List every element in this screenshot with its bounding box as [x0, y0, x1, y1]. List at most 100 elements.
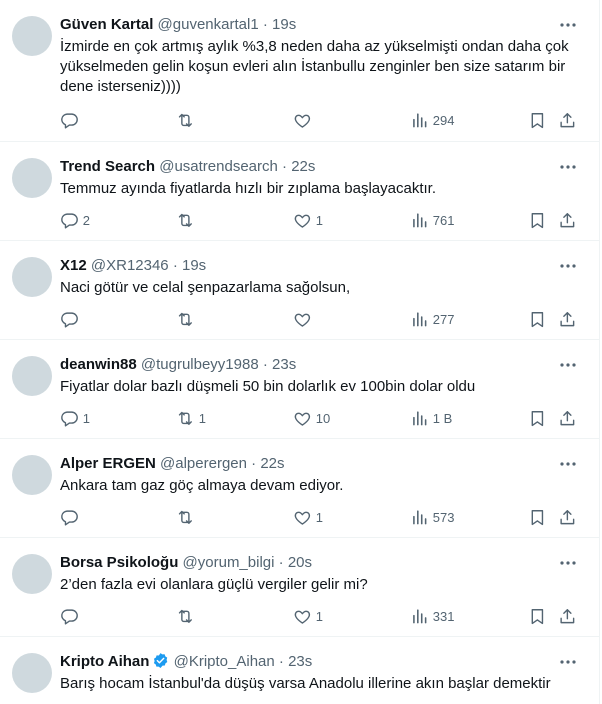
- tweet[interactable]: Trend Search @usatrendsearch · 22s Temmu…: [0, 142, 599, 241]
- like-button[interactable]: [293, 108, 316, 132]
- bookmark-button[interactable]: [528, 307, 547, 331]
- more-icon[interactable]: [559, 556, 577, 570]
- tweet-actions: 1 573: [0, 505, 599, 529]
- timestamp[interactable]: 19s: [182, 257, 206, 274]
- views-button[interactable]: 573: [410, 505, 454, 529]
- timestamp[interactable]: 23s: [288, 653, 312, 670]
- share-button[interactable]: [558, 604, 577, 628]
- share-button[interactable]: [558, 208, 577, 232]
- bookmark-icon: [531, 212, 544, 228]
- more-icon[interactable]: [559, 655, 577, 669]
- bookmark-button[interactable]: [528, 208, 547, 232]
- timestamp[interactable]: 20s: [288, 554, 312, 571]
- avatar[interactable]: [12, 653, 52, 693]
- display-name[interactable]: Güven Kartal: [60, 16, 153, 33]
- display-name[interactable]: deanwin88: [60, 356, 137, 373]
- avatar[interactable]: [12, 356, 52, 396]
- more-icon[interactable]: [559, 457, 577, 471]
- views-button[interactable]: 277: [410, 307, 454, 331]
- bookmark-button[interactable]: [528, 406, 547, 430]
- reply-button[interactable]: [60, 505, 83, 529]
- display-name[interactable]: Borsa Psikoloğu: [60, 554, 178, 571]
- tweet[interactable]: Güven Kartal @guvenkartal1 · 19s İzmirde…: [0, 0, 599, 142]
- bookmark-button[interactable]: [528, 604, 547, 628]
- username-handle[interactable]: @tugrulbeyy1988: [141, 356, 259, 373]
- like-button[interactable]: 1: [293, 505, 323, 529]
- bookmark-button[interactable]: [528, 108, 547, 132]
- reply-button[interactable]: [60, 307, 83, 331]
- avatar[interactable]: [12, 554, 52, 594]
- timestamp[interactable]: 22s: [291, 158, 315, 175]
- avatar[interactable]: [12, 455, 52, 495]
- retweet-icon: [178, 213, 192, 227]
- share-button[interactable]: [558, 307, 577, 331]
- heart-icon: [294, 610, 311, 624]
- avatar[interactable]: [12, 158, 52, 198]
- like-button[interactable]: 1: [293, 208, 323, 232]
- share-button[interactable]: [558, 108, 577, 132]
- share-button[interactable]: [558, 505, 577, 529]
- display-name[interactable]: X12: [60, 257, 87, 274]
- tweet[interactable]: deanwin88 @tugrulbeyy1988 · 23s Fiyatlar…: [0, 340, 599, 439]
- retweet-button[interactable]: 1: [176, 406, 206, 430]
- retweet-icon: [178, 113, 192, 127]
- heart-icon: [294, 214, 311, 228]
- tweet-text: Barış hocam İstanbul'da düşüş varsa Anad…: [60, 675, 551, 692]
- retweet-button[interactable]: [176, 307, 199, 331]
- views-button[interactable]: 761: [410, 208, 454, 232]
- like-button[interactable]: 1: [293, 604, 323, 628]
- views-button[interactable]: 331: [410, 604, 454, 628]
- timestamp[interactable]: 19s: [272, 16, 296, 33]
- retweet-button[interactable]: [176, 108, 199, 132]
- retweet-button[interactable]: [176, 208, 199, 232]
- retweet-count: 1: [198, 410, 206, 426]
- username-handle[interactable]: @alperergen: [160, 455, 247, 472]
- more-icon[interactable]: [559, 358, 577, 372]
- heart-icon: [294, 412, 311, 426]
- reply-icon: [61, 609, 78, 625]
- share-icon: [560, 112, 575, 127]
- username-handle[interactable]: @guvenkartal1: [158, 16, 259, 33]
- tweet[interactable]: Alper ERGEN @alperergen · 22s Ankara tam…: [0, 439, 599, 538]
- reply-icon: [61, 213, 78, 229]
- views-icon: [413, 311, 427, 327]
- reply-button[interactable]: 2: [60, 208, 90, 232]
- like-button[interactable]: [293, 307, 316, 331]
- display-name[interactable]: Kripto Aihan: [60, 653, 149, 670]
- views-button[interactable]: 294: [410, 108, 454, 132]
- more-icon[interactable]: [559, 160, 577, 174]
- tweet-text: İzmirde en çok artmış aylık %3,8 neden d…: [60, 38, 573, 95]
- avatar[interactable]: [12, 257, 52, 297]
- bookmark-button[interactable]: [528, 505, 547, 529]
- views-button[interactable]: 1 B: [410, 406, 452, 430]
- username-handle[interactable]: @yorum_bilgi: [183, 554, 275, 571]
- more-icon[interactable]: [559, 18, 577, 32]
- username-handle[interactable]: @usatrendsearch: [159, 158, 278, 175]
- like-button[interactable]: 10: [293, 406, 330, 430]
- bookmark-icon: [531, 410, 544, 426]
- share-button[interactable]: [558, 406, 577, 430]
- view-count: 1 B: [432, 410, 453, 426]
- reply-icon: [61, 113, 78, 129]
- avatar[interactable]: [12, 16, 52, 56]
- retweet-icon: [178, 312, 192, 326]
- timestamp[interactable]: 22s: [260, 455, 284, 472]
- tweet-header: Alper ERGEN @alperergen · 22s: [60, 454, 555, 474]
- username-handle[interactable]: @XR12346: [91, 257, 169, 274]
- tweet[interactable]: Kripto Aihan @Kripto_Aihan · 23s Barış h…: [0, 637, 599, 704]
- view-count: 277: [432, 311, 455, 327]
- retweet-button[interactable]: [176, 604, 199, 628]
- reply-button[interactable]: [60, 108, 83, 132]
- display-name[interactable]: Trend Search: [60, 158, 155, 175]
- tweet[interactable]: Borsa Psikoloğu @yorum_bilgi · 20s 2’den…: [0, 538, 599, 637]
- more-icon[interactable]: [559, 259, 577, 273]
- retweet-button[interactable]: [176, 505, 199, 529]
- tweet-actions: 1 331: [0, 604, 599, 628]
- timestamp[interactable]: 23s: [272, 356, 296, 373]
- reply-button[interactable]: [60, 604, 83, 628]
- retweet-icon: [178, 411, 192, 425]
- reply-button[interactable]: 1: [60, 406, 90, 430]
- username-handle[interactable]: @Kripto_Aihan: [174, 653, 275, 670]
- display-name[interactable]: Alper ERGEN: [60, 455, 156, 472]
- tweet[interactable]: X12 @XR12346 · 19s Naci götür ve celal ş…: [0, 241, 599, 340]
